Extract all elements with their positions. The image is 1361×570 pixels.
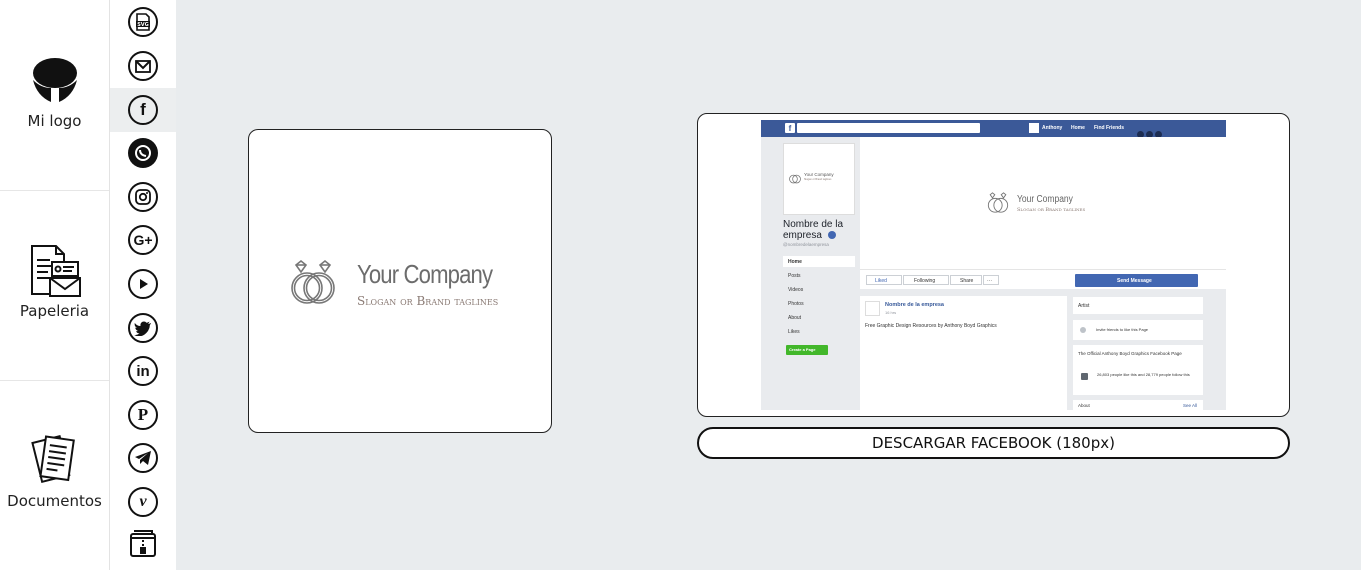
- about-summary-box: The Official Anthony Boyd Graphics Faceb…: [1073, 345, 1203, 395]
- invite-box: Invite friends to like this Page: [1073, 320, 1203, 340]
- notification-icons: [1137, 125, 1169, 138]
- menu-item-posts: Posts: [788, 273, 801, 279]
- liked-label: Liked: [875, 278, 887, 284]
- page-action-bar: Liked Following Share ··· Send Message: [860, 269, 1226, 289]
- documents-icon: [30, 434, 79, 489]
- cover-logo-company: Your Company: [1017, 194, 1073, 205]
- menu-item-about: About: [788, 315, 802, 321]
- mini-logo-company: Your Company: [804, 172, 834, 177]
- post-author: Nombre de la empresa: [885, 302, 944, 308]
- twitter-icon: [128, 313, 158, 343]
- following-button: Following: [903, 275, 949, 285]
- see-all-link: See All: [1183, 403, 1198, 408]
- logo-company-name: Your Company: [357, 259, 493, 289]
- instagram-export-button[interactable]: [110, 175, 176, 219]
- cover-logo-slogan: Slogan or Brand taglines: [1017, 207, 1086, 213]
- stationery-icon: [28, 244, 82, 303]
- whatsapp-export-button[interactable]: [110, 131, 176, 175]
- following-label: Following: [914, 278, 936, 284]
- profile-picture: Your Company Slogan or Brand taglines: [783, 143, 855, 215]
- thumbs-up-icon: [1081, 373, 1088, 380]
- facebook-logo-icon: f: [785, 123, 795, 133]
- facebook-preview-card: f Anthony Home Find Friends Your Company…: [697, 113, 1290, 417]
- facebook-export-button[interactable]: f: [110, 88, 176, 132]
- share-label: Share: [960, 278, 974, 284]
- gmail-icon: [128, 51, 158, 81]
- post-avatar: [865, 301, 880, 316]
- facebook-page-mockup: f Anthony Home Find Friends Your Company…: [761, 120, 1226, 410]
- category-box: Artist: [1073, 297, 1203, 314]
- google-plus-icon: G+: [128, 225, 158, 255]
- logo-preview-card: Your Company Slogan or Brand taglines: [248, 129, 552, 433]
- likes-text: 26,803 people like this and 28,779 peopl…: [1097, 372, 1190, 377]
- nav-item-papeleria[interactable]: Papeleria: [0, 191, 109, 381]
- pinterest-export-button[interactable]: P: [110, 393, 176, 437]
- more-label: ···: [987, 278, 992, 284]
- telegram-export-button[interactable]: [110, 436, 176, 480]
- avatar: [1029, 123, 1039, 133]
- post-text: Free Graphic Design Resources by Anthony…: [865, 323, 997, 329]
- more-button: ···: [983, 275, 999, 285]
- liked-button: Liked: [866, 275, 902, 285]
- about-box: About See All: [1073, 400, 1203, 410]
- nav-label: Documentos: [7, 492, 102, 510]
- linkedin-icon: in: [128, 356, 158, 386]
- google-plus-export-button[interactable]: G+: [110, 218, 176, 262]
- post-card: Nombre de la empresa 16 hrs Free Graphic…: [860, 296, 1067, 410]
- menu-item-likes: Likes: [788, 329, 800, 335]
- topbar-home: Home: [1071, 125, 1085, 131]
- page-name: Nombre de la empresa: [783, 219, 844, 241]
- facebook-search-input: [797, 123, 980, 133]
- svg-file-icon: SVG: [128, 7, 158, 37]
- nav-label: Papeleria: [19, 302, 90, 320]
- create-page-button: Create a Page: [786, 345, 828, 355]
- nav-label: Mi logo: [27, 112, 82, 130]
- telegram-icon: [128, 443, 158, 473]
- official-text: The Official Anthony Boyd Graphics Faceb…: [1078, 351, 1182, 356]
- menu-item-videos: Videos: [788, 287, 804, 293]
- pinterest-icon: P: [128, 400, 158, 430]
- mini-logo-slogan: Slogan or Brand taglines: [804, 178, 832, 181]
- gmail-export-button[interactable]: [110, 44, 176, 88]
- twitter-export-button[interactable]: [110, 306, 176, 350]
- send-message-button: Send Message: [1075, 274, 1198, 287]
- vimeo-export-button[interactable]: v: [110, 480, 176, 524]
- verified-badge-icon: [828, 231, 836, 239]
- youtube-export-button[interactable]: [110, 262, 176, 306]
- add-friend-icon: [1080, 327, 1086, 333]
- rings-icon: [287, 257, 339, 312]
- whatsapp-icon: [128, 138, 158, 168]
- zip-export-button[interactable]: [110, 523, 176, 567]
- topbar-user: Anthony: [1042, 125, 1063, 131]
- left-nav: Mi logo Papeleria Documentos: [0, 0, 110, 570]
- share-button: Share: [950, 275, 982, 285]
- category-artist: Artist: [1078, 303, 1090, 309]
- vimeo-icon: v: [128, 487, 158, 517]
- linkedin-export-button[interactable]: in: [110, 349, 176, 393]
- post-time: 16 hrs: [885, 310, 897, 315]
- svg-text:SVG: SVG: [137, 22, 149, 28]
- cover-photo: Your Company Slogan or Brand taglines: [860, 137, 1226, 269]
- nav-item-mi-logo[interactable]: Mi logo: [0, 0, 109, 190]
- zip-archive-icon: [128, 528, 158, 563]
- facebook-icon: f: [128, 95, 158, 125]
- page-handle: @nombredelaempresa: [783, 242, 829, 247]
- menu-item-home: Home: [788, 259, 802, 265]
- logo-slogan: Slogan or Brand taglines: [357, 294, 499, 308]
- about-label: About: [1078, 403, 1090, 408]
- youtube-play-icon: [128, 269, 158, 299]
- send-message-label: Send Message: [1117, 278, 1152, 284]
- brand-logo-icon: [31, 56, 79, 109]
- download-facebook-button[interactable]: DESCARGAR FACEBOOK (180px): [697, 427, 1290, 459]
- menu-item-photos: Photos: [788, 301, 804, 307]
- topbar-find-friends: Find Friends: [1094, 125, 1124, 131]
- facebook-topbar: f Anthony Home Find Friends: [761, 120, 1226, 138]
- nav-item-documentos[interactable]: Documentos: [0, 381, 109, 570]
- instagram-icon: [128, 182, 158, 212]
- create-page-label: Create a Page: [789, 347, 816, 352]
- svg-export-button[interactable]: SVG: [110, 0, 176, 44]
- invite-text: Invite friends to like this Page: [1096, 327, 1149, 332]
- export-format-strip: SVG f G+ in P v: [110, 0, 176, 570]
